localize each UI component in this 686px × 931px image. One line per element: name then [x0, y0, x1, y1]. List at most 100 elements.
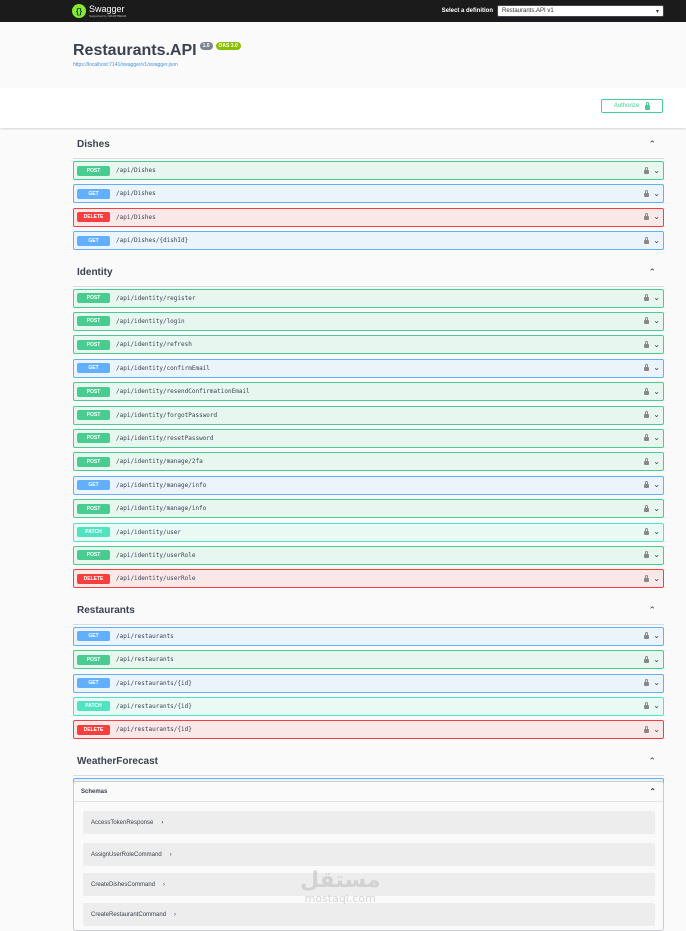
- lock-icon[interactable]: [644, 504, 650, 512]
- chevron-down-icon[interactable]: ⌄: [653, 387, 660, 396]
- chevron-down-icon[interactable]: ⌄: [653, 702, 660, 710]
- operation-path: /api/identity/manage/2fa: [116, 458, 203, 466]
- lock-icon[interactable]: [644, 166, 650, 174]
- http-method-badge: GET: [77, 480, 110, 491]
- lock-icon[interactable]: [644, 340, 650, 348]
- schema-item[interactable]: CreateRestaurantCommand ›: [83, 903, 655, 926]
- lock-icon[interactable]: [644, 457, 650, 465]
- lock-icon[interactable]: [644, 481, 650, 489]
- tag-header[interactable]: Dishes ⌃: [73, 131, 664, 159]
- schemas-header[interactable]: Schemas ⌃: [74, 782, 663, 802]
- operation-row[interactable]: POST/api/identity/userRole ⌄: [73, 545, 664, 565]
- operation-row[interactable]: POST/api/identity/resendConfirmationEmai…: [73, 382, 664, 402]
- operation-row[interactable]: DELETE/api/Dishes ⌄: [73, 207, 664, 227]
- operation-row[interactable]: POST/api/identity/manage/info ⌄: [73, 499, 664, 519]
- operation-path: /api/identity/forgotPassword: [116, 411, 218, 419]
- authorize-button[interactable]: Authorize: [601, 99, 663, 113]
- schema-item[interactable]: AssignUserRoleCommand ›: [83, 843, 655, 866]
- operation-row[interactable]: POST/api/identity/resetPassword ⌄: [73, 428, 664, 448]
- chevron-right-icon: ›: [163, 881, 166, 888]
- tag-header[interactable]: Identity ⌃: [73, 259, 664, 287]
- tag-header[interactable]: Restaurants ⌃: [73, 597, 664, 625]
- chevron-down-icon[interactable]: ⌄: [653, 364, 660, 372]
- lock-icon[interactable]: [644, 551, 650, 559]
- http-method-badge: DELETE: [77, 573, 110, 584]
- lock-icon[interactable]: [644, 411, 650, 419]
- tag-section-weatherforecast: WeatherForecast⌃GET/WeatherForecast⌄: [73, 748, 664, 797]
- chevron-down-icon[interactable]: ⌄: [653, 679, 660, 687]
- chevron-down-icon[interactable]: ⌄: [653, 655, 660, 664]
- tag-header[interactable]: WeatherForecast ⌃: [73, 748, 664, 776]
- operation-row[interactable]: POST/api/identity/register ⌄: [73, 288, 664, 308]
- chevron-down-icon[interactable]: ⌄: [653, 340, 660, 349]
- chevron-down-icon[interactable]: ⌄: [653, 166, 660, 175]
- operation-path: /api/identity/resetPassword: [116, 434, 214, 442]
- swagger-logo[interactable]: {} Swagger Supported by SMARTBEAR: [72, 4, 126, 18]
- chevron-down-icon[interactable]: ⌄: [653, 213, 660, 221]
- operation-row[interactable]: POST/api/identity/forgotPassword ⌄: [73, 405, 664, 425]
- operation-path: /api/restaurants: [116, 656, 174, 664]
- chevron-down-icon[interactable]: ⌄: [653, 481, 660, 489]
- tag-name: Restaurants: [77, 604, 135, 616]
- operation-path: /api/Dishes: [116, 190, 156, 198]
- chevron-down-icon[interactable]: ⌄: [653, 317, 660, 325]
- chevron-down-icon[interactable]: ⌄: [653, 632, 660, 640]
- http-method-badge: GET: [77, 363, 110, 374]
- operation-path: /api/identity/confirmEmail: [116, 364, 210, 372]
- chevron-right-icon: ›: [169, 851, 172, 858]
- operation-row[interactable]: GET/api/Dishes/{dishId} ⌄: [73, 231, 664, 251]
- operation-row[interactable]: POST/api/restaurants ⌄: [73, 650, 664, 670]
- operation-row[interactable]: DELETE/api/restaurants/{id} ⌄: [73, 720, 664, 740]
- lock-icon[interactable]: [644, 213, 650, 221]
- operation-path: /api/identity/refresh: [116, 341, 192, 349]
- definition-select[interactable]: Restaurants.API v1 ▾: [497, 5, 664, 17]
- api-title: Restaurants.API: [73, 42, 197, 59]
- operation-row[interactable]: POST/api/identity/manage/2fa ⌄: [73, 452, 664, 472]
- operation-row[interactable]: POST/api/Dishes ⌄: [73, 161, 664, 180]
- http-method-badge: GET: [77, 631, 110, 642]
- chevron-down-icon[interactable]: ⌄: [653, 551, 660, 559]
- chevron-down-icon[interactable]: ⌄: [653, 189, 660, 198]
- chevron-down-icon[interactable]: ⌄: [653, 457, 660, 466]
- chevron-down-icon[interactable]: ⌄: [653, 504, 660, 513]
- lock-icon[interactable]: [644, 725, 650, 733]
- lock-icon[interactable]: [644, 317, 650, 325]
- chevron-down-icon[interactable]: ⌄: [653, 434, 660, 442]
- lock-icon[interactable]: [644, 364, 650, 372]
- http-method-badge: POST: [77, 293, 110, 304]
- operation-row[interactable]: PATCH/api/restaurants/{id} ⌄: [73, 696, 664, 716]
- operation-row[interactable]: GET/api/identity/manage/info ⌄: [73, 475, 664, 495]
- schema-item[interactable]: AccessTokenResponse ›: [83, 811, 655, 834]
- chevron-down-icon[interactable]: ⌄: [653, 294, 660, 302]
- watermark-arabic: مستقل: [300, 868, 381, 893]
- lock-icon[interactable]: [644, 679, 650, 687]
- chevron-down-icon[interactable]: ⌄: [653, 236, 660, 245]
- chevron-down-icon[interactable]: ⌄: [653, 528, 660, 536]
- chevron-down-icon[interactable]: ⌄: [653, 725, 660, 734]
- lock-icon[interactable]: [644, 528, 650, 536]
- lock-icon[interactable]: [644, 294, 650, 302]
- operation-row[interactable]: GET/api/restaurants ⌄: [73, 626, 664, 646]
- lock-icon[interactable]: [644, 236, 650, 244]
- operation-row[interactable]: DELETE/api/identity/userRole ⌄: [73, 569, 664, 589]
- operation-row[interactable]: POST/api/identity/login ⌄: [73, 311, 664, 331]
- lock-icon[interactable]: [644, 574, 650, 582]
- lock-icon[interactable]: [644, 387, 650, 395]
- version-badge: 1.0: [199, 42, 213, 50]
- chevron-down-icon[interactable]: ⌄: [653, 411, 660, 419]
- operation-row[interactable]: PATCH/api/identity/user ⌄: [73, 522, 664, 542]
- lock-icon[interactable]: [644, 632, 650, 640]
- lock-icon[interactable]: [644, 189, 650, 197]
- lock-icon[interactable]: [644, 434, 650, 442]
- chevron-down-icon[interactable]: ⌄: [653, 574, 660, 583]
- operation-row[interactable]: GET/api/Dishes ⌄: [73, 184, 664, 204]
- lock-icon[interactable]: [644, 655, 650, 663]
- operation-row[interactable]: GET/api/restaurants/{id} ⌄: [73, 673, 664, 693]
- spec-url-link[interactable]: https://localhost:7141/swagger/v1/swagge…: [73, 62, 686, 68]
- operation-row[interactable]: POST/api/identity/refresh ⌄: [73, 335, 664, 355]
- chevron-down-icon: ▾: [655, 8, 659, 15]
- chevron-up-icon: ⌃: [649, 787, 656, 796]
- lock-icon[interactable]: [644, 702, 650, 710]
- schema-name: AccessTokenResponse: [91, 819, 154, 826]
- operation-row[interactable]: GET/api/identity/confirmEmail ⌄: [73, 358, 664, 378]
